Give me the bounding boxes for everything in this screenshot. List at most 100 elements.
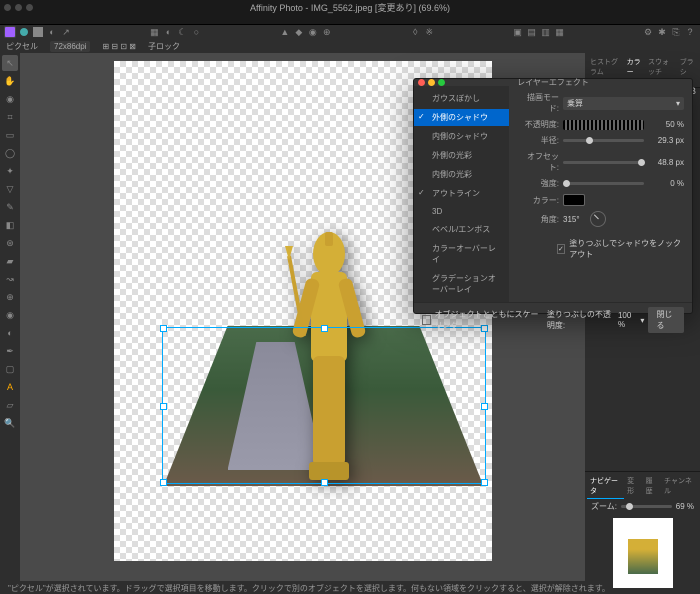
tab-navigator[interactable]: ナビゲータ bbox=[587, 474, 624, 499]
persona-tabs[interactable] bbox=[0, 14, 700, 25]
fx-gradient-overlay[interactable]: グラデーションオーバーレイ bbox=[414, 270, 509, 298]
circle-icon[interactable]: ○ bbox=[190, 26, 202, 38]
quick-mask-icon[interactable]: ◊ bbox=[409, 26, 421, 38]
zoom-slider[interactable] bbox=[621, 505, 672, 508]
minimize-icon[interactable] bbox=[15, 4, 22, 11]
fx-outer-shadow[interactable]: ✓外側のシャドウ bbox=[414, 109, 509, 126]
tab-channels[interactable]: チャンネル bbox=[661, 474, 698, 499]
paint-brush-icon[interactable]: ✎ bbox=[2, 199, 18, 215]
child-lock[interactable]: 子ロック bbox=[148, 41, 180, 52]
fx-color-overlay[interactable]: カラーオーバーレイ bbox=[414, 240, 509, 268]
clone-brush-icon[interactable]: ⊛ bbox=[2, 235, 18, 251]
fx-inner-shadow[interactable]: 内側のシャドウ bbox=[414, 128, 509, 145]
tone-persona-icon[interactable]: ◐ bbox=[46, 26, 58, 38]
statue-layer[interactable] bbox=[269, 226, 389, 486]
tab-history[interactable]: 履歴 bbox=[643, 474, 661, 499]
angle-value[interactable]: 315° bbox=[563, 215, 580, 224]
pen-tool-icon[interactable]: ✒ bbox=[2, 343, 18, 359]
tab-histogram[interactable]: ヒストグラム bbox=[587, 55, 624, 80]
auto-levels-icon[interactable]: ▲ bbox=[279, 26, 291, 38]
opacity-slider[interactable] bbox=[563, 120, 644, 130]
zoom-tool-icon[interactable]: 🔍 bbox=[2, 415, 18, 431]
text-tool-icon[interactable]: A bbox=[2, 379, 18, 395]
color-swatch[interactable] bbox=[563, 194, 585, 206]
assistant-icon[interactable]: ※ bbox=[423, 26, 435, 38]
fx-3d[interactable]: 3D bbox=[414, 204, 509, 219]
selection-tool-icon[interactable]: ▭ bbox=[2, 127, 18, 143]
radius-value[interactable]: 29.3 px bbox=[648, 136, 684, 145]
fx-outer-glow[interactable]: 外側の光彩 bbox=[414, 147, 509, 164]
close-icon[interactable] bbox=[4, 4, 11, 11]
maximize-icon[interactable] bbox=[26, 4, 33, 11]
scale-checkbox[interactable] bbox=[422, 315, 431, 325]
crop-tool-icon[interactable]: ⌗ bbox=[2, 109, 18, 125]
magic-select-icon[interactable]: ✦ bbox=[2, 163, 18, 179]
tab-brushes[interactable]: ブラシ bbox=[677, 55, 698, 80]
auto-contrast-icon[interactable]: ◆ bbox=[293, 26, 305, 38]
arrange-back-icon[interactable]: ▥ bbox=[540, 26, 552, 38]
erase-brush-icon[interactable]: ◧ bbox=[2, 217, 18, 233]
photo-persona-icon[interactable] bbox=[4, 26, 16, 38]
context-icons[interactable]: ⊞ ⊟ ⊡ ⊠ bbox=[102, 42, 135, 51]
arrange-front-icon[interactable]: ▣ bbox=[512, 26, 524, 38]
link-icon[interactable]: ⎘ bbox=[670, 26, 682, 38]
angle-dial[interactable] bbox=[590, 211, 606, 227]
lasso-tool-icon[interactable]: ◯ bbox=[2, 145, 18, 161]
fx-bevel[interactable]: ベベル/エンボス bbox=[414, 221, 509, 238]
blend-mode-select[interactable]: 乗算▾ bbox=[563, 97, 684, 110]
arrange-backward-icon[interactable]: ▦ bbox=[554, 26, 566, 38]
radius-slider[interactable] bbox=[563, 139, 644, 142]
fx-inner-glow[interactable]: 内側の光彩 bbox=[414, 166, 509, 183]
healing-icon[interactable]: ⊕ bbox=[2, 289, 18, 305]
auto-colors-icon[interactable]: ◉ bbox=[307, 26, 319, 38]
offset-value[interactable]: 48.8 px bbox=[648, 158, 684, 167]
cog-icon[interactable]: ⚙ bbox=[642, 26, 654, 38]
red-eye-icon[interactable]: ◉ bbox=[2, 307, 18, 323]
tab-transform[interactable]: 変形 bbox=[624, 474, 642, 499]
check-icon[interactable]: ✓ bbox=[418, 112, 426, 120]
knockout-checkbox[interactable]: ✓ bbox=[557, 244, 566, 254]
auto-wb-icon[interactable]: ⊕ bbox=[321, 26, 333, 38]
close-button[interactable]: 閉じる bbox=[648, 307, 684, 333]
intensity-slider[interactable] bbox=[563, 182, 644, 185]
color-picker-icon[interactable]: ◉ bbox=[2, 91, 18, 107]
fx-gaussian-blur[interactable]: ガウスぼかし bbox=[414, 90, 509, 107]
hand-tool-icon[interactable]: ✋ bbox=[2, 73, 18, 89]
fill-opacity-value[interactable]: 100 % bbox=[618, 311, 636, 329]
contrast-icon[interactable]: ◐ bbox=[162, 26, 174, 38]
minimize-icon[interactable] bbox=[428, 79, 435, 86]
layer-effects-dialog[interactable]: レイヤーエフェクト ガウスぼかし ✓外側のシャドウ 内側のシャドウ 外側の光彩 … bbox=[413, 78, 693, 314]
snap-icon[interactable]: ✱ bbox=[656, 26, 668, 38]
window-controls[interactable] bbox=[4, 4, 33, 11]
grid-icon[interactable]: ▦ bbox=[148, 26, 160, 38]
title-bar: Affinity Photo - IMG_5562.jpeg [変更あり] (6… bbox=[0, 0, 700, 14]
export-persona-icon[interactable]: ↗ bbox=[60, 26, 72, 38]
fill-opacity-label: 塗りつぶしの不透明度: bbox=[547, 309, 614, 331]
chevron-down-icon[interactable]: ▾ bbox=[640, 316, 644, 325]
flood-select-icon[interactable]: ▽ bbox=[2, 181, 18, 197]
fx-outline[interactable]: ✓アウトライン bbox=[414, 185, 509, 202]
offset-slider[interactable] bbox=[563, 161, 644, 164]
close-icon[interactable] bbox=[418, 79, 425, 86]
opacity-value[interactable]: 50 % bbox=[648, 120, 684, 129]
resolution-field[interactable]: 72x86dpi bbox=[50, 41, 90, 52]
status-bar: "ピクセル"が選択されています。ドラッグで選択項目を移動します。クリックで別のオ… bbox=[0, 581, 700, 594]
tab-color[interactable]: カラー bbox=[624, 55, 645, 80]
intensity-value[interactable]: 0 % bbox=[648, 179, 684, 188]
zoom-icon[interactable] bbox=[438, 79, 445, 86]
crescent-icon[interactable]: ☾ bbox=[176, 26, 188, 38]
tab-swatches[interactable]: スウォッチ bbox=[645, 55, 677, 80]
navigator-thumbnail[interactable] bbox=[613, 518, 673, 588]
liquify-persona-icon[interactable] bbox=[18, 26, 30, 38]
fill-tool-icon[interactable]: ▰ bbox=[2, 253, 18, 269]
shape-tool-icon[interactable]: ▢ bbox=[2, 361, 18, 377]
help-icon[interactable]: ? bbox=[684, 26, 696, 38]
develop-persona-icon[interactable] bbox=[32, 26, 44, 38]
gradient-tool-icon[interactable]: ▱ bbox=[2, 397, 18, 413]
dodge-icon[interactable]: ◐ bbox=[2, 325, 18, 341]
move-tool-icon[interactable]: ↖ bbox=[2, 55, 18, 71]
smudge-icon[interactable]: ↝ bbox=[2, 271, 18, 287]
check-icon[interactable]: ✓ bbox=[418, 188, 426, 196]
arrange-forward-icon[interactable]: ▤ bbox=[526, 26, 538, 38]
dialog-header[interactable]: レイヤーエフェクト bbox=[414, 79, 692, 86]
